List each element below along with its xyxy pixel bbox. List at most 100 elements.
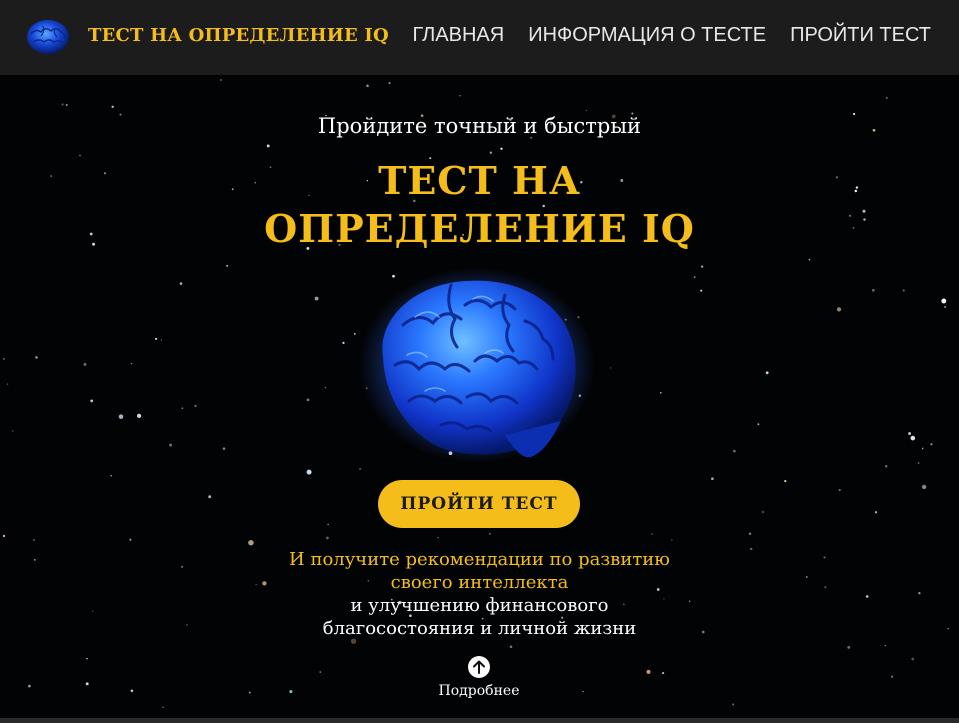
- star: [85, 682, 89, 686]
- star: [266, 144, 270, 148]
- arrow-up-circle-icon[interactable]: [467, 655, 491, 679]
- star: [248, 539, 254, 546]
- star: [306, 469, 312, 475]
- star: [2, 534, 6, 538]
- star: [3, 358, 5, 360]
- star: [509, 645, 513, 649]
- star: [388, 82, 391, 85]
- star: [765, 371, 769, 375]
- star: [921, 484, 927, 490]
- hero-description: И получите рекомендации по развитию свое…: [0, 548, 959, 640]
- star: [921, 447, 924, 450]
- description-line-1: И получите рекомендации по развитию: [289, 549, 670, 570]
- star: [885, 96, 888, 99]
- star: [220, 78, 223, 82]
- star: [222, 447, 226, 450]
- star: [162, 706, 164, 708]
- star: [12, 430, 14, 432]
- star: [366, 84, 369, 88]
- star: [326, 536, 329, 540]
- description-line-2: своего интеллекта: [390, 572, 569, 593]
- star: [902, 289, 905, 292]
- star: [871, 288, 875, 292]
- star: [733, 449, 736, 453]
- star: [83, 362, 87, 366]
- main-nav: ГЛАВНАЯ ИНФОРМАЦИЯ О ТЕСТЕ ПРОЙТИ ТЕСТ: [412, 24, 931, 47]
- star: [181, 407, 184, 410]
- star: [884, 465, 888, 468]
- hero-title: ТЕСТ НА ОПРЕДЕЛЕНИЕ IQ: [0, 157, 959, 253]
- star: [693, 276, 696, 279]
- nav-item-test-info[interactable]: ИНФОРМАЦИЯ О ТЕСТЕ: [528, 24, 766, 47]
- star: [651, 533, 653, 535]
- star: [110, 474, 113, 477]
- star: [194, 404, 197, 408]
- star: [160, 339, 163, 341]
- star: [917, 462, 920, 464]
- star: [6, 383, 9, 385]
- star: [711, 477, 714, 481]
- star: [33, 539, 36, 541]
- star: [890, 675, 894, 678]
- star: [884, 644, 886, 647]
- star: [130, 689, 134, 693]
- description-line-4: благосостояния и личной жизни: [322, 618, 637, 639]
- star: [324, 386, 327, 389]
- star: [90, 399, 94, 403]
- star: [327, 523, 329, 526]
- star: [226, 264, 229, 267]
- star: [154, 337, 158, 341]
- star: [700, 289, 703, 292]
- star: [732, 703, 735, 706]
- hero-title-line-1: ТЕСТ НА: [378, 158, 581, 203]
- star: [874, 511, 878, 514]
- star: [748, 532, 752, 535]
- star: [314, 296, 319, 301]
- star: [585, 109, 587, 112]
- star: [784, 480, 787, 483]
- star: [169, 443, 173, 447]
- nav-item-take-test[interactable]: ПРОЙТИ ТЕСТ: [790, 24, 931, 47]
- star: [847, 646, 851, 649]
- star: [130, 362, 133, 365]
- star: [701, 265, 704, 268]
- star: [609, 367, 612, 369]
- hero-subtitle: Пройдите точный и быстрый: [317, 114, 642, 138]
- star: [662, 672, 665, 675]
- star: [208, 495, 212, 499]
- star: [646, 669, 651, 674]
- star: [28, 684, 31, 688]
- star: [489, 533, 491, 535]
- star: [757, 423, 760, 426]
- hero-section: Пройдите точный и быстрый ТЕСТ НА ОПРЕДЕ…: [0, 75, 959, 718]
- star: [930, 443, 933, 446]
- more-link[interactable]: Подробнее: [429, 655, 529, 699]
- brain-icon[interactable]: [25, 18, 71, 56]
- star: [306, 398, 310, 402]
- star: [342, 341, 345, 345]
- site-title[interactable]: ТЕСТ НА ОПРЕДЕЛЕНИЕ IQ: [88, 25, 389, 46]
- star: [111, 105, 114, 109]
- header: ТЕСТ НА ОПРЕДЕЛЕНИЕ IQ ГЛАВНАЯ ИНФОРМАЦИ…: [0, 0, 959, 75]
- star: [129, 538, 132, 541]
- description-line-3: и улучшению финансового: [350, 595, 609, 616]
- star: [761, 510, 765, 514]
- star: [437, 537, 439, 539]
- star: [61, 103, 64, 106]
- star: [489, 151, 493, 154]
- take-test-button[interactable]: ПРОЙТИ ТЕСТ: [378, 480, 580, 528]
- star: [359, 467, 362, 470]
- star: [582, 690, 584, 693]
- star: [671, 539, 673, 541]
- star: [659, 391, 662, 394]
- star: [35, 356, 38, 359]
- star: [910, 435, 916, 441]
- star: [459, 95, 461, 97]
- brain-image: [359, 267, 595, 463]
- nav-item-home[interactable]: ГЛАВНАЯ: [412, 24, 504, 47]
- hero-title-line-2: ОПРЕДЕЛЕНИЕ IQ: [264, 206, 695, 251]
- star: [911, 657, 915, 661]
- page-bottom-edge: [0, 718, 959, 723]
- more-label[interactable]: Подробнее: [429, 683, 529, 699]
- star: [319, 671, 322, 673]
